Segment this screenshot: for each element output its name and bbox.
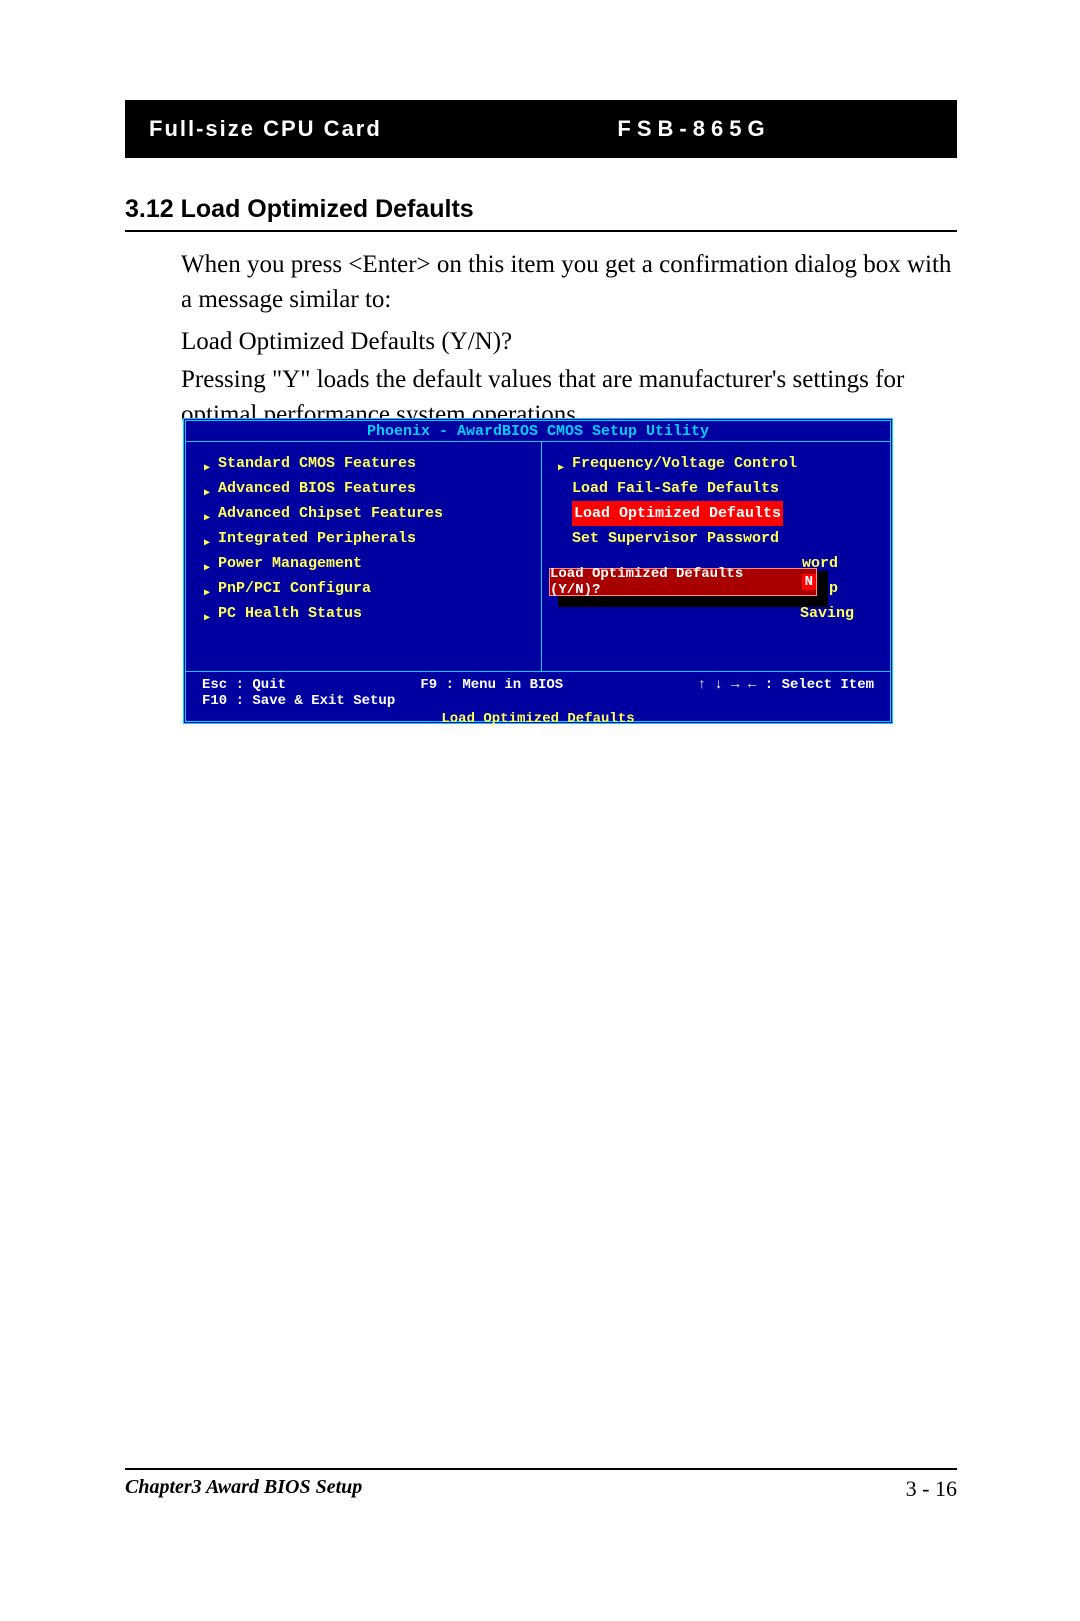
section-rule <box>125 230 957 232</box>
menu-load-optimized[interactable]: Load Optimized Defaults <box>558 501 878 526</box>
footer-page: 3 - 16 <box>906 1476 957 1502</box>
menu-pnp-pci[interactable]: PnP/PCI Configura <box>204 576 534 601</box>
menu-advanced-bios[interactable]: Advanced BIOS Features <box>204 476 534 501</box>
bios-left-column: Standard CMOS Features Advanced BIOS Fea… <box>204 451 534 626</box>
bios-help-bar: Esc : Quit F9 : Menu in BIOS ↑ ↓ → ← : S… <box>202 677 874 709</box>
dialog-shadow-right <box>816 571 828 607</box>
menu-load-failsafe[interactable]: Load Fail-Safe Defaults <box>558 476 878 501</box>
section-heading: 3.12 Load Optimized Defaults <box>125 195 474 224</box>
menu-supervisor-password[interactable]: Set Supervisor Password <box>558 526 878 551</box>
dialog-prompt: Load Optimized Defaults (Y/N)? <box>550 566 796 598</box>
header-banner: Full-size CPU Card FSB-865G <box>125 100 957 158</box>
menu-standard-cmos[interactable]: Standard CMOS Features <box>204 451 534 476</box>
bios-title: Phoenix - AwardBIOS CMOS Setup Utility <box>186 423 890 440</box>
help-f9: F9 : Menu in BIOS <box>420 677 563 693</box>
footer-rule <box>125 1468 957 1470</box>
bios-divider-top <box>186 441 890 442</box>
bios-divider-bottom <box>186 671 890 672</box>
page: Full-size CPU Card FSB-865G 3.12 Load Op… <box>0 0 1080 1621</box>
section-number: 3.12 <box>125 195 174 223</box>
bios-divider-vertical <box>541 441 542 671</box>
menu-power-management[interactable]: Power Management <box>204 551 534 576</box>
section-title: Load Optimized Defaults <box>181 195 474 223</box>
confirm-dialog[interactable]: Load Optimized Defaults (Y/N)? N <box>549 568 817 596</box>
menu-pc-health[interactable]: PC Health Status <box>204 601 534 626</box>
menu-frequency-voltage[interactable]: Frequency/Voltage Control <box>558 451 878 476</box>
header-left: Full-size CPU Card <box>125 100 593 158</box>
help-esc: Esc : Quit <box>202 677 286 693</box>
paragraph-1: When you press <Enter> on this item you … <box>181 247 957 317</box>
help-f10: F10 : Save & Exit Setup <box>202 693 874 709</box>
menu-load-optimized-selected: Load Optimized Defaults <box>572 501 783 526</box>
bios-hint: Load Optimized Defaults <box>186 711 890 727</box>
header-right: FSB-865G <box>593 100 957 158</box>
paragraph-2: Load Optimized Defaults (Y/N)? <box>181 324 957 359</box>
footer-chapter: Chapter3 Award BIOS Setup <box>125 1476 362 1499</box>
menu-integrated-peripherals[interactable]: Integrated Peripherals <box>204 526 534 551</box>
dialog-input[interactable]: N <box>802 574 816 590</box>
menu-advanced-chipset[interactable]: Advanced Chipset Features <box>204 501 534 526</box>
help-arrows: ↑ ↓ → ← : Select Item <box>698 677 874 693</box>
bios-screenshot: Phoenix - AwardBIOS CMOS Setup Utility S… <box>183 418 893 724</box>
